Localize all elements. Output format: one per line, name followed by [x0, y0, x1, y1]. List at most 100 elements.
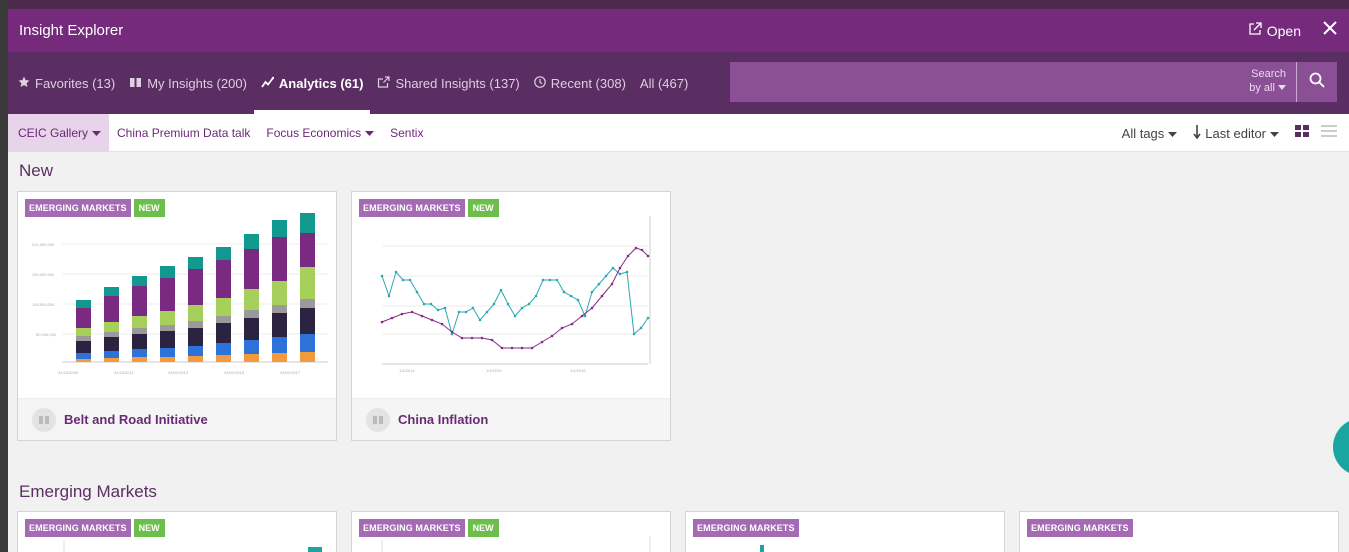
thumbnail-bar-segment: [216, 323, 231, 343]
thumbnail-bar-segment: [300, 267, 315, 299]
search-input[interactable]: Search by all: [730, 62, 1296, 102]
thumbnail-bar-segment: [300, 334, 315, 352]
subtab-sentix[interactable]: Sentix: [382, 114, 431, 152]
subtab-focus-economics[interactable]: Focus Economics: [258, 114, 382, 152]
thumbnail-bar-segment: [300, 352, 315, 362]
thumbnail-bar-segment: [160, 357, 175, 362]
thumbnail-point: [506, 302, 510, 306]
subtab-china-premium[interactable]: China Premium Data talk: [109, 114, 258, 152]
insight-card[interactable]: 1/1/2014 1/1/2015 1/1/2016 EMERGING MARKET…: [351, 191, 671, 441]
star-icon: [18, 76, 30, 91]
thumbnail-bar-segment: [76, 328, 91, 336]
thumbnail-point: [555, 278, 559, 282]
open-button[interactable]: Open: [1248, 9, 1301, 52]
thumbnail-bar-segment: [76, 336, 91, 341]
window-title: Insight Explorer: [19, 22, 124, 39]
search-scope-dropdown[interactable]: Search by all: [1249, 67, 1286, 95]
tab-my-insights[interactable]: My Insights (200): [122, 52, 254, 114]
thumbnail-bar-segment: [160, 331, 175, 348]
svg-text:1/1/2015: 1/1/2015: [486, 368, 502, 373]
thumbnail-bar-segment: [272, 313, 287, 337]
thumbnail-point: [569, 294, 573, 298]
thumbnail-bar-segment: [244, 249, 259, 289]
thumbnail-bar-segment: [160, 266, 175, 278]
tab-favorites[interactable]: Favorites (13): [8, 52, 122, 114]
tags-filter-dropdown[interactable]: All tags: [1122, 126, 1178, 141]
tags-filter-label: All tags: [1121, 125, 1165, 141]
thumbnail-bar-segment: [188, 356, 203, 362]
insight-card[interactable]: EMERGING MARKETS: [1019, 511, 1339, 552]
insight-card[interactable]: 201,000,000 150,000,000 100,000,000 50,000…: [17, 191, 337, 441]
card-title[interactable]: China Inflation: [398, 412, 488, 427]
trend-icon: [261, 76, 275, 91]
category-tag[interactable]: EMERGING MARKETS: [25, 199, 131, 217]
thumbnail-bar-segment: [160, 278, 175, 311]
thumbnail-bar-segment: [244, 340, 259, 354]
category-tag[interactable]: EMERGING MARKETS: [25, 519, 131, 537]
floating-action-button[interactable]: [1333, 418, 1349, 476]
thumbnail-bar-segment: [104, 287, 119, 296]
subtab-label: Sentix: [390, 125, 424, 140]
category-tag[interactable]: EMERGING MARKETS: [359, 199, 465, 217]
sort-dropdown[interactable]: Last editor: [1193, 124, 1279, 142]
thumbnail-bar-segment: [104, 358, 119, 362]
close-icon: [1323, 21, 1337, 40]
close-button[interactable]: [1323, 9, 1337, 52]
thumbnail-bar-segment: [132, 316, 147, 328]
list-view-icon: [1321, 124, 1337, 142]
thumbnail-point: [540, 340, 544, 344]
thumbnail-bar-segment: [160, 348, 175, 357]
thumbnail-point: [470, 336, 474, 340]
category-tab-bar: Favorites (13) My Insights (200) Analyti…: [8, 52, 1349, 114]
thumbnail-point: [499, 288, 503, 292]
thumbnail-point: [380, 320, 384, 324]
subtab-label: China Premium Data talk: [117, 125, 251, 140]
thumbnail-point: [640, 248, 644, 252]
stacked-bar-chart-thumbnail: 201,000,000 150,000,000 100,000,000 50,000…: [32, 213, 328, 375]
card-tags: EMERGING MARKETS NEW: [25, 199, 165, 217]
thumbnail-point: [625, 270, 629, 274]
thumbnail-point: [583, 314, 587, 318]
new-badge: NEW: [467, 519, 499, 537]
chevron-down-icon: [1278, 82, 1286, 94]
insight-card[interactable]: EMERGING MARKETS NEW: [17, 511, 337, 552]
thumbnail-bar-segment: [272, 281, 287, 305]
thumbnail-bar-segment: [272, 220, 287, 237]
tab-analytics[interactable]: Analytics (61): [253, 52, 371, 114]
card-footer: China Inflation: [352, 398, 670, 440]
thumbnail-bar-segment: [104, 337, 119, 351]
share-icon: [377, 75, 391, 91]
grid-view-button[interactable]: [1295, 124, 1309, 142]
tab-recent[interactable]: Recent (308): [527, 52, 633, 114]
tab-shared-insights[interactable]: Shared Insights (137): [370, 52, 526, 114]
tab-label: Shared Insights (137): [395, 75, 520, 91]
thumbnail-point: [450, 330, 454, 334]
thumbnail-point: [410, 310, 414, 314]
card-title[interactable]: Belt and Road Initiative: [64, 412, 208, 427]
insight-card[interactable]: EMERGING MARKETS NEW: [351, 511, 671, 552]
thumbnail-point: [387, 294, 391, 298]
thumbnail-point: [415, 290, 419, 294]
thumbnail-point: [618, 272, 622, 276]
list-view-button[interactable]: [1321, 124, 1337, 142]
tab-all[interactable]: All (467): [633, 52, 695, 114]
thumbnail-point: [420, 314, 424, 318]
thumbnail-point: [485, 310, 489, 314]
thumbnail-point: [510, 346, 514, 350]
subtab-ceic-gallery[interactable]: CEIC Gallery: [8, 113, 110, 152]
category-tag[interactable]: EMERGING MARKETS: [1027, 519, 1133, 537]
svg-text:201,000,000: 201,000,000: [32, 242, 55, 247]
thumbnail-bar-segment: [104, 296, 119, 322]
thumbnail-point: [480, 336, 484, 340]
thumbnail-point: [590, 306, 594, 310]
thumbnail-bar-segment: [272, 305, 287, 313]
thumbnail-bar-segment: [188, 269, 203, 305]
gallery-sub-bar: CEIC Gallery China Premium Data talk Foc…: [8, 113, 1349, 152]
insight-card[interactable]: EMERGING MARKETS: [685, 511, 1005, 552]
category-tag[interactable]: EMERGING MARKETS: [359, 519, 465, 537]
category-tag[interactable]: EMERGING MARKETS: [693, 519, 799, 537]
svg-text:50,000,000: 50,000,000: [36, 332, 57, 337]
thumbnail-point: [534, 294, 538, 298]
thumbnail-bar-segment: [132, 334, 147, 349]
search-button[interactable]: [1297, 62, 1337, 102]
